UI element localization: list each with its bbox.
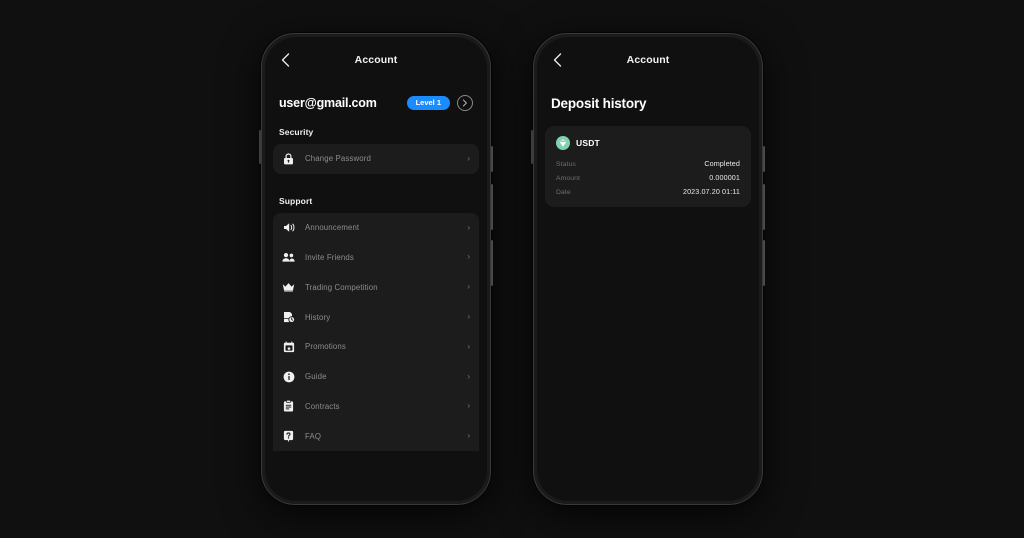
phone-left-screen: Account user@gmail.com Level 1 Security [265, 37, 487, 501]
phone-right-screen: Account Deposit history USDT Status Comp… [537, 37, 759, 501]
phone-left-side-button-3[interactable] [491, 240, 493, 286]
list-item-change-password[interactable]: Change Password › [273, 144, 479, 174]
history-document-icon [282, 311, 295, 324]
chevron-right-icon: › [467, 341, 470, 351]
chevron-right-circle-icon [462, 99, 467, 107]
list-item-label: History [305, 312, 331, 322]
list-item-label: Invite Friends [305, 252, 354, 262]
list-item-label: FAQ [305, 431, 322, 441]
list-item-label: Guide [305, 372, 327, 382]
deposit-coin-name: USDT [576, 138, 600, 148]
list-item-announcement[interactable]: Announcement › [273, 213, 479, 243]
back-button[interactable] [548, 51, 566, 69]
chevron-right-icon: › [467, 252, 470, 262]
account-summary-row: user@gmail.com Level 1 [265, 95, 487, 111]
phone-right-side-button-3[interactable] [763, 240, 765, 286]
list-item-history[interactable]: History › [273, 302, 479, 332]
deposit-appbar: Account [537, 37, 759, 83]
info-circle-icon [282, 370, 295, 383]
appbar-title: Account [626, 54, 670, 66]
level-badge[interactable]: Level 1 [406, 95, 450, 111]
phone-left-volume-button[interactable] [259, 130, 261, 164]
list-item-trading-competition[interactable]: Trading Competition › [273, 272, 479, 302]
deposit-field-amount: Amount 0.000001 [556, 173, 740, 182]
field-value: Completed [704, 159, 740, 168]
list-item-contracts[interactable]: Contracts › [273, 392, 479, 422]
page-title: Deposit history [551, 96, 647, 111]
list-item-label: Change Password [305, 154, 371, 164]
list-item-faq[interactable]: FAQ › [273, 421, 479, 451]
chevron-left-icon [553, 53, 561, 67]
list-item-label: Announcement [305, 223, 360, 233]
list-item-label: Promotions [305, 342, 346, 352]
ticket-calendar-icon [282, 340, 295, 353]
list-item-guide[interactable]: Guide › [273, 362, 479, 392]
field-value: 0.000001 [709, 173, 740, 182]
chevron-right-icon: › [467, 312, 470, 322]
phone-right-volume-button[interactable] [531, 130, 533, 164]
field-key: Status [556, 161, 576, 168]
deposit-field-status: Status Completed [556, 159, 740, 168]
section-heading-security: Security [279, 127, 314, 137]
security-list: Change Password › [273, 144, 479, 174]
usdt-tether-icon [556, 136, 570, 150]
chevron-right-icon: › [467, 401, 470, 411]
question-box-icon [282, 430, 295, 443]
account-appbar: Account [265, 37, 487, 83]
clipboard-icon [282, 400, 295, 413]
chevron-right-icon: › [467, 282, 470, 292]
canvas: Account user@gmail.com Level 1 Security [0, 0, 1024, 538]
phone-right-side-button-1[interactable] [763, 146, 765, 172]
deposit-history-item[interactable]: USDT Status Completed Amount 0.000001 Da… [545, 126, 751, 207]
account-email: user@gmail.com [279, 96, 377, 110]
crown-icon [282, 281, 295, 294]
chevron-right-icon: › [467, 431, 470, 441]
chevron-right-icon: › [467, 153, 470, 163]
section-heading-support: Support [279, 195, 313, 206]
field-key: Date [556, 189, 571, 196]
list-item-promotions[interactable]: Promotions › [273, 332, 479, 362]
deposit-coin-row: USDT [556, 136, 740, 150]
account-detail-button[interactable] [457, 95, 473, 111]
list-item-label: Trading Competition [305, 282, 378, 292]
chevron-right-icon: › [467, 371, 470, 381]
deposit-field-date: Date 2023.07.20 01:11 [556, 187, 740, 196]
phone-left-side-button-2[interactable] [491, 184, 493, 230]
support-list: Announcement › Invite Friends › Trading … [273, 212, 479, 452]
people-icon [282, 251, 295, 264]
phone-mockup-left: Account user@gmail.com Level 1 Security [259, 33, 493, 505]
list-item-invite-friends[interactable]: Invite Friends › [273, 243, 479, 273]
list-item-label: Contracts [305, 401, 340, 411]
field-key: Amount [556, 175, 581, 182]
phone-mockup-right: Account Deposit history USDT Status Comp… [531, 33, 765, 505]
appbar-title: Account [354, 54, 398, 66]
field-value: 2023.07.20 01:11 [682, 187, 740, 196]
speaker-icon [282, 221, 295, 234]
chevron-left-icon [281, 53, 289, 67]
phone-right-side-button-2[interactable] [763, 184, 765, 230]
chevron-right-icon: › [467, 222, 470, 232]
lock-icon [282, 152, 295, 165]
back-button[interactable] [276, 51, 294, 69]
phone-left-side-button-1[interactable] [491, 146, 493, 172]
